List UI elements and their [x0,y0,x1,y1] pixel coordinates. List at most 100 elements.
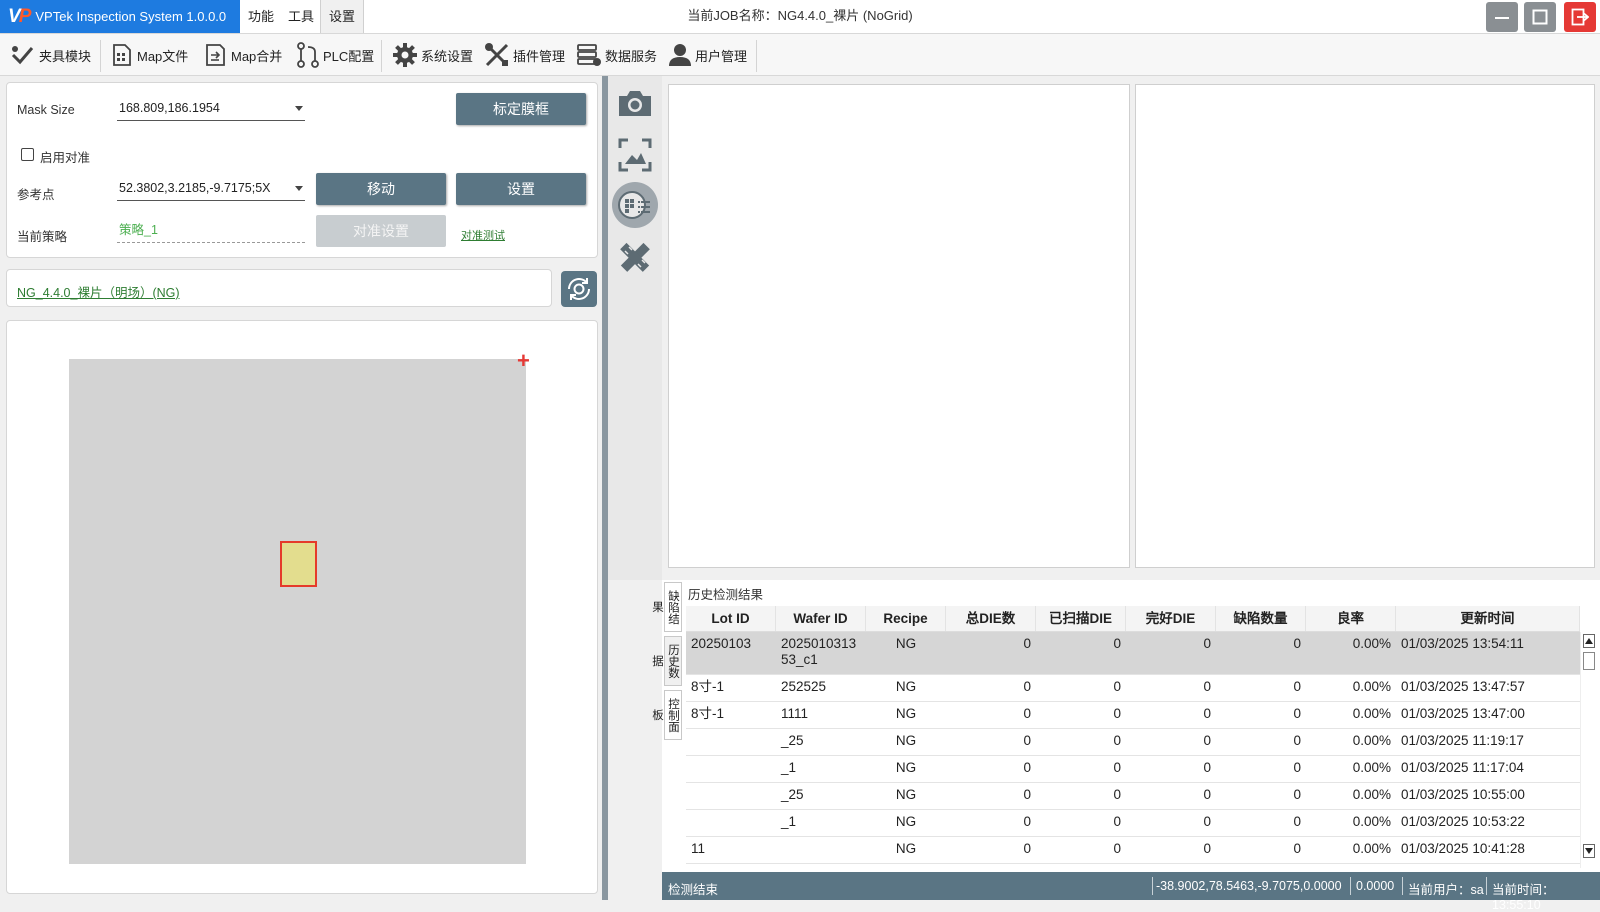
table-row[interactable]: _1 NG 0 0 0 0 0.00% 01/03/2025 10:53:22 [686,810,1580,837]
mask-size-combo[interactable]: 168.809,186.1954 [117,97,305,121]
exit-button[interactable] [1564,2,1596,32]
enable-align-checkbox[interactable] [21,148,34,161]
table-row[interactable]: _25 NG 0 0 0 0 0.00% 01/03/2025 10:55:00 [686,783,1580,810]
table-row[interactable]: 20250103 2025010313 53_c1 NG 0 0 0 0 0.00% 01/03… [686,632,1580,675]
measure-button[interactable] [612,234,658,280]
minimize-button[interactable] [1486,2,1518,32]
tab-history-data[interactable]: 历史数据 [651,636,682,686]
menu-tools[interactable]: 工具 [280,0,322,33]
toolbar-map-file-button[interactable]: Map文件 [110,40,188,70]
tab-defect-results[interactable]: 缺陷结果 [651,582,682,632]
cell-lot-id: 11 [691,841,706,856]
exit-icon [1571,8,1589,26]
col-wafer-id[interactable]: Wafer ID [776,606,866,631]
menu-function[interactable]: 功能 [240,0,282,33]
ref-point-combo[interactable]: 52.3802,3.2185,-9.7175;5X [117,177,305,201]
status-divider [1486,877,1487,895]
capture-image-icon [618,138,652,172]
menu-settings[interactable]: 设置 [320,0,365,33]
cell-wafer-id: 1111 [781,706,809,721]
wafer-map-area[interactable] [69,359,526,864]
col-defect-count[interactable]: 缺陷数量 [1216,606,1306,631]
gear-icon [393,43,417,67]
results-scrollbar[interactable] [1580,632,1596,868]
cell-good-die: 0 [1203,787,1211,802]
scroll-thumb[interactable] [1583,652,1595,670]
origin-cross-icon: + [517,348,530,373]
calibrate-frame-button[interactable]: 标定膜框 [456,93,586,125]
toolbar-fixture-button[interactable]: 夹具模块 [10,40,91,70]
cell-good-die: 0 [1203,841,1211,856]
cell-defect-count: 0 [1293,733,1301,748]
align-settings-button[interactable]: 对准设置 [316,215,446,247]
toolbar-data-service-button[interactable]: 数据服务 [576,40,657,70]
toolbar-plc-button[interactable]: PLC配置 [296,40,374,70]
capture-image-button[interactable] [612,132,658,178]
app-badge: VP VPTek Inspection System 1.0.0.0 [0,0,240,33]
table-row[interactable]: 8寸-1 252525 NG 0 0 0 0 0.00% 01/03/2025 13:47:57 [686,675,1580,702]
recipe-box: NG_4.4.0_裸片（明场）(NG) [6,269,552,307]
image-view-right[interactable] [1135,84,1595,568]
toolbar-system-settings-button[interactable]: 系统设置 [392,40,473,70]
maximize-icon [1532,9,1548,25]
cell-defect-count: 0 [1293,636,1301,651]
scroll-down-icon[interactable] [1583,844,1595,858]
ref-point-label: 参考点 [17,188,55,202]
refresh-settings-button[interactable] [561,271,597,307]
cell-wafer-id: _25 [781,787,804,802]
status-message: 检测结束 [668,883,719,897]
status-position: -38.9002,78.5463,-9.7075,0.0000 [1156,879,1342,893]
maximize-button[interactable] [1524,2,1556,32]
cell-update-time: 01/03/2025 11:17:04 [1401,760,1524,775]
table-row[interactable]: _25 NG 0 0 0 0 0.00% 01/03/2025 11:19:17 [686,729,1580,756]
chevron-down-icon [295,106,303,111]
toolbar-divider [100,40,101,72]
set-button[interactable]: 设置 [456,173,586,205]
col-yield[interactable]: 良率 [1306,606,1396,631]
table-row[interactable]: 11 NG 0 0 0 0 0.00% 01/03/2025 10:41:28 [686,837,1580,864]
wafer-map-panel: + [6,320,598,894]
status-divider [1350,877,1351,895]
cell-good-die: 0 [1203,760,1211,775]
cell-wafer-id: 2025010313 53_c1 [781,636,857,667]
col-good-die[interactable]: 完好DIE [1126,606,1216,631]
cell-scanned-die: 0 [1113,636,1121,651]
table-row[interactable]: 8寸-1 1111 NG 0 0 0 0 0.00% 01/03/2025 13:47:00 [686,702,1580,729]
cell-yield: 0.00% [1352,841,1391,856]
cell-defect-count: 0 [1293,814,1301,829]
toolbar-map-merge-button[interactable]: Map合并 [204,40,282,70]
scroll-up-icon[interactable] [1583,634,1595,648]
col-lot-id[interactable]: Lot ID [686,606,776,631]
col-recipe[interactable]: Recipe [866,606,946,631]
toolbar-plugin-button[interactable]: 插件管理 [484,40,565,70]
cell-good-die: 0 [1203,636,1211,651]
plc-icon [297,42,319,68]
image-view-left[interactable] [668,84,1130,568]
tab-control-panel[interactable]: 控制面板 [651,690,682,740]
current-die[interactable] [280,541,317,587]
status-user: 当前用户：sa [1408,883,1484,897]
col-update-time[interactable]: 更新时间 [1396,606,1580,631]
cell-good-die: 0 [1203,679,1211,694]
toolbar-user-management-button[interactable]: 用户管理 [668,40,747,70]
cell-defect-count: 0 [1293,679,1301,694]
cell-scanned-die: 0 [1113,733,1121,748]
cell-lot-id [686,756,776,782]
table-row[interactable]: _1 NG 0 0 0 0 0.00% 01/03/2025 11:17:04 [686,756,1580,783]
fixture-icon [11,46,34,65]
col-total-die[interactable]: 总DIE数 [946,606,1036,631]
recipe-link[interactable]: NG_4.4.0_裸片（明场）(NG) [17,282,180,301]
cell-wafer-id: _25 [781,733,804,748]
cell-defect-count: 0 [1293,760,1301,775]
col-scanned-die[interactable]: 已扫描DIE [1036,606,1126,631]
move-button[interactable]: 移动 [316,173,446,205]
wafer-map-list-button[interactable] [612,182,658,228]
cell-total-die: 0 [1023,679,1031,694]
strategy-field[interactable]: 策略_1 [117,219,305,243]
database-icon [577,44,601,66]
app-logo: VP [8,5,31,27]
cell-recipe: NG [895,787,917,802]
align-test-link[interactable]: 对准测试 [461,227,505,243]
cell-update-time: 01/03/2025 13:47:57 [1401,679,1525,694]
camera-button[interactable] [612,80,658,126]
